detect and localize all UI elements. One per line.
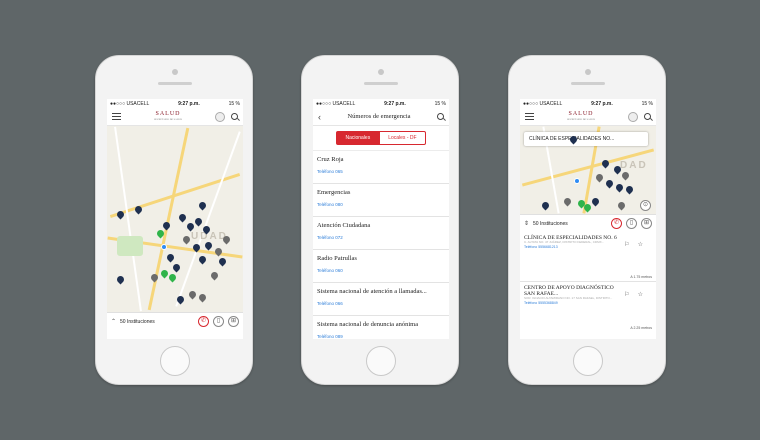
status-bar: ●●○○○ USACELL 9:27 p.m. 15 %: [313, 99, 449, 108]
status-bar: ●●○○○ USACELL 9:27 p.m. 15 %: [107, 99, 243, 108]
ambulance-button[interactable]: ⊞: [641, 218, 652, 229]
list-item[interactable]: Cruz Roja Teléfono 065: [313, 151, 449, 184]
search-icon[interactable]: [644, 113, 651, 120]
list-screen: ●●○○○ USACELL 9:27 p.m. 15 % SALUD SECRET…: [520, 99, 656, 339]
camera: [378, 69, 384, 75]
row-actions: ⚐☆: [624, 291, 651, 298]
seal-icon: [628, 111, 638, 122]
clinic-address: SOR. IGNACIO ALTAMIRANO NO. 17 SAN RAFAE…: [524, 296, 613, 300]
salud-logo: SALUD SECRETARÍA DE SALUD: [154, 110, 182, 121]
list-toolbar: ⇕ 50 Instituciones ✆ ▯ ⊞: [520, 214, 656, 232]
locate-button[interactable]: ⊙: [640, 200, 651, 211]
tab-locales-df[interactable]: Locales - DF: [379, 131, 426, 145]
battery: 15 %: [228, 100, 240, 107]
chevron-up-icon[interactable]: ⌃: [111, 318, 116, 325]
carrier: ●●○○○ USACELL: [316, 100, 356, 107]
directions-icon[interactable]: ⚐: [624, 242, 637, 248]
seal-icon: [215, 111, 225, 122]
list-item[interactable]: CENTRO DE APOYO DIAGNÓSTICO SAN RAFAE...…: [520, 282, 656, 332]
clock: 9:27 p.m.: [384, 100, 406, 107]
carrier: ●●○○○ USACELL: [523, 100, 563, 107]
chevron-updown-icon[interactable]: ⇕: [524, 220, 529, 227]
page-title: Números de emergencia: [347, 113, 411, 120]
carrier: ●●○○○ USACELL: [110, 100, 150, 107]
call-button[interactable]: ✆: [198, 316, 209, 327]
clinic-phone[interactable]: Teléfono 5555368849: [524, 301, 652, 305]
app-header: SALUD SECRETARÍA DE SALUD: [520, 108, 656, 126]
map-bottom-bar: ⌃ 50 Instituciones ✆ ▯ ⊞: [107, 312, 243, 330]
speaker: [158, 82, 192, 85]
directions-icon[interactable]: ⚐: [624, 292, 637, 298]
menu-icon[interactable]: [525, 113, 534, 120]
camera: [585, 69, 591, 75]
speaker: [364, 82, 398, 85]
emergency-list: Cruz Roja Teléfono 065 Emergencias Teléf…: [313, 151, 449, 339]
clock: 9:27 p.m.: [178, 100, 200, 107]
phone-map-view: ●●○○○ USACELL 9:27 p.m. 15 % SALUD SECRET…: [95, 55, 253, 385]
list-item[interactable]: Sistema nacional de denuncia anónima Tel…: [313, 316, 449, 339]
list-button[interactable]: ▯: [626, 218, 637, 229]
menu-icon[interactable]: [112, 113, 121, 120]
list-item[interactable]: Atención Ciudadana Teléfono 072: [313, 217, 449, 250]
home-button[interactable]: [160, 346, 190, 376]
list-item[interactable]: CLÍNICA DE ESPECIALIDADES NO. 6 C. ALTAT…: [520, 232, 656, 282]
map[interactable]: DAD CLÍNICA DE ESPECIALIDADES NO... ⊙: [520, 126, 656, 214]
map[interactable]: UDAD: [107, 126, 243, 312]
emergency-screen: ●●○○○ USACELL 9:27 p.m. 15 % ‹ Números d…: [313, 99, 449, 339]
star-icon[interactable]: ☆: [638, 242, 651, 248]
salud-logo: SALUD SECRETARÍA DE SALUD: [567, 110, 595, 121]
home-button[interactable]: [366, 346, 396, 376]
ambulance-button[interactable]: ⊞: [228, 316, 239, 327]
app-header: ‹ Números de emergencia: [313, 108, 449, 126]
current-location-dot: [574, 178, 580, 184]
segmented-control: Nacionales Locales - DF: [313, 126, 449, 151]
app-header: SALUD SECRETARÍA DE SALUD: [107, 108, 243, 126]
clinic-distance: A 1.75 metros: [630, 275, 652, 279]
map-watermark: DAD: [620, 160, 648, 171]
clock: 9:27 p.m.: [591, 100, 613, 107]
tab-nacionales[interactable]: Nacionales: [336, 131, 380, 145]
battery: 15 %: [434, 100, 446, 107]
search-icon[interactable]: [231, 113, 238, 120]
clinic-list: CLÍNICA DE ESPECIALIDADES NO. 6 C. ALTAT…: [520, 232, 656, 332]
search-icon[interactable]: [437, 113, 444, 120]
row-actions: ⚐☆: [624, 241, 651, 248]
list-item[interactable]: Sistema nacional de atención a llamadas.…: [313, 283, 449, 316]
institutions-count: 50 Instituciones: [120, 318, 155, 325]
selected-clinic-callout[interactable]: CLÍNICA DE ESPECIALIDADES NO...: [524, 132, 648, 146]
speaker: [571, 82, 605, 85]
home-button[interactable]: [573, 346, 603, 376]
current-location-dot: [161, 244, 167, 250]
institutions-count: 50 Instituciones: [533, 220, 568, 227]
star-icon[interactable]: ☆: [638, 292, 651, 298]
list-button[interactable]: ▯: [213, 316, 224, 327]
phone-list-view: ●●○○○ USACELL 9:27 p.m. 15 % SALUD SECRET…: [508, 55, 666, 385]
list-item[interactable]: Emergencias Teléfono 080: [313, 184, 449, 217]
battery: 15 %: [641, 100, 653, 107]
map-screen: ●●○○○ USACELL 9:27 p.m. 15 % SALUD SECRET…: [107, 99, 243, 339]
camera: [172, 69, 178, 75]
call-button[interactable]: ✆: [611, 218, 622, 229]
clinic-distance: A 2.25 metros: [630, 326, 652, 330]
phone-emergency-view: ●●○○○ USACELL 9:27 p.m. 15 % ‹ Números d…: [301, 55, 459, 385]
list-item[interactable]: Radio Patrullas Teléfono 060: [313, 250, 449, 283]
status-bar: ●●○○○ USACELL 9:27 p.m. 15 %: [520, 99, 656, 108]
